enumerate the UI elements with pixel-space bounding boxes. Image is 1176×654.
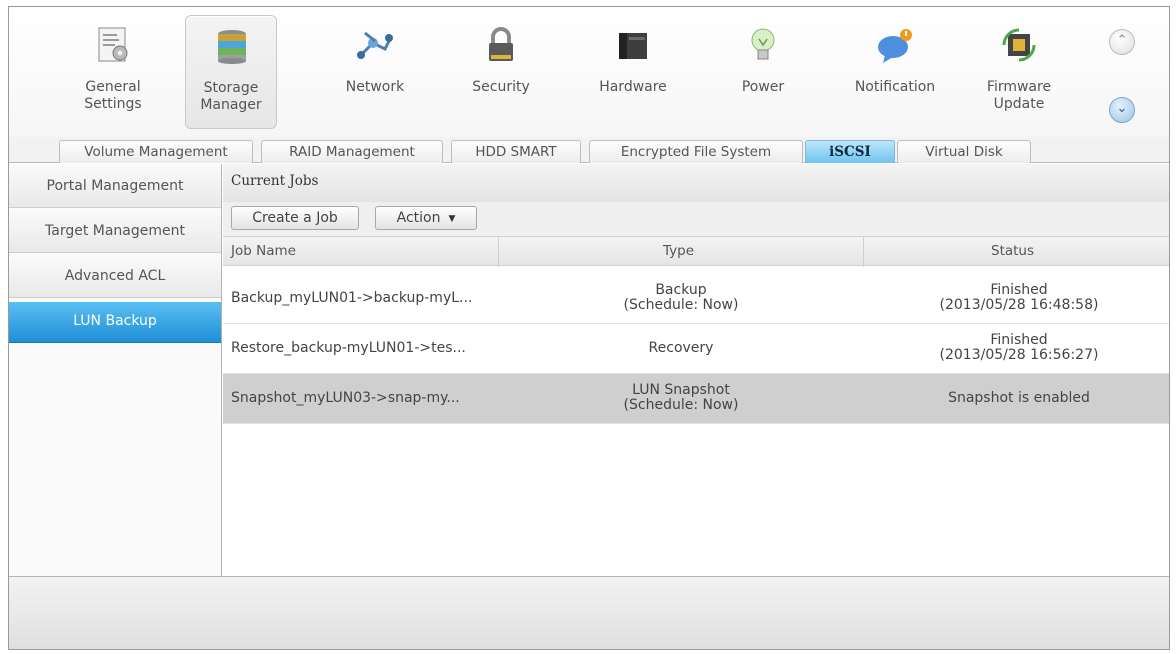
panel-title: Current Jobs — [223, 164, 1169, 202]
status-subtext: (2013/05/28 16:56:27) — [939, 347, 1099, 363]
footer-bar — [9, 576, 1169, 649]
chevron-up-icon: ⌃ — [1116, 33, 1128, 48]
type-cell: Backup (Schedule: Now) — [563, 283, 799, 313]
type-text: Recovery — [648, 340, 714, 356]
type-text: LUN Snapshot — [632, 382, 730, 398]
toolbar-general-settings[interactable]: General Settings — [67, 15, 159, 129]
toolbar-label: Power — [741, 79, 785, 95]
column-header-status[interactable]: Status — [991, 243, 1034, 259]
table-row[interactable]: Restore_backup-myLUN01->tes... Recovery … — [223, 324, 1169, 374]
action-label: Action — [396, 210, 441, 226]
firmware-chip-icon — [1002, 28, 1036, 62]
tab-raid-management[interactable]: RAID Management — [261, 140, 443, 163]
tab-volume-management[interactable]: Volume Management — [59, 140, 253, 163]
create-job-button[interactable]: Create a Job — [231, 206, 359, 230]
button-row: Create a Job Action ▼ — [223, 202, 1169, 236]
status-subtext: (2013/05/28 16:48:58) — [939, 297, 1099, 313]
scroll-down-button[interactable]: ⌄ — [1109, 97, 1135, 123]
sidebar-item-advanced-acl[interactable]: Advanced ACL — [9, 257, 221, 298]
status-cell: Finished (2013/05/28 16:56:27) — [873, 333, 1165, 363]
toolbar-storage-manager[interactable]: Storage Manager — [185, 15, 277, 129]
toolbar-label: Update — [993, 96, 1045, 112]
sidebar-item-lun-backup[interactable]: LUN Backup — [9, 302, 221, 343]
type-cell: LUN Snapshot (Schedule: Now) — [563, 383, 799, 413]
toolbar-label: Hardware — [599, 79, 667, 95]
toolbar-label: Manager — [200, 97, 262, 113]
sidebar-item-portal-management[interactable]: Portal Management — [9, 167, 221, 208]
status-text: Snapshot is enabled — [948, 390, 1090, 406]
tab-virtual-disk[interactable]: Virtual Disk — [897, 140, 1031, 163]
scroll-up-button[interactable]: ⌃ — [1109, 29, 1135, 55]
chevron-down-icon: ⌄ — [1116, 101, 1128, 116]
action-dropdown-button[interactable]: Action ▼ — [375, 206, 477, 230]
sidebar-item-target-management[interactable]: Target Management — [9, 212, 221, 253]
toolbar-label: General — [85, 79, 141, 95]
hardware-icon — [619, 33, 647, 59]
storage-manager-icon — [218, 30, 246, 64]
general-settings-icon — [98, 27, 128, 62]
table-row[interactable]: Backup_myLUN01->backup-myL... Backup (Sc… — [223, 274, 1169, 324]
job-name-cell: Restore_backup-myLUN01->tes... — [231, 340, 466, 356]
tab-hdd-smart[interactable]: HDD SMART — [451, 140, 581, 163]
job-name-cell: Backup_myLUN01->backup-myL... — [231, 290, 473, 306]
notification-icon — [878, 29, 912, 63]
power-bulb-icon — [751, 28, 775, 60]
toolbar-notification[interactable]: Notification — [849, 15, 941, 129]
status-cell: Finished (2013/05/28 16:48:58) — [873, 283, 1165, 313]
type-cell: Recovery — [563, 341, 799, 356]
type-text: Backup — [655, 282, 707, 298]
toolbar-label: Firmware — [986, 79, 1052, 95]
status-text: Finished — [990, 282, 1048, 298]
column-header-job-name[interactable]: Job Name — [231, 243, 296, 259]
type-subtext: (Schedule: Now) — [623, 297, 739, 313]
job-name-cell: Snapshot_myLUN03->snap-my... — [231, 390, 460, 406]
caret-down-icon: ▼ — [448, 214, 456, 224]
status-cell: Snapshot is enabled — [873, 391, 1165, 406]
tab-encrypted-file-system[interactable]: Encrypted File System — [589, 140, 803, 163]
security-lock-icon — [489, 27, 513, 61]
status-text: Finished — [990, 332, 1048, 348]
table-header: Job Name Type Status — [223, 236, 1169, 267]
toolbar-label: Security — [472, 79, 530, 95]
toolbar-label: Notification — [854, 79, 936, 95]
toolbar-firmware-update[interactable]: Firmware Update — [973, 15, 1065, 129]
column-header-type[interactable]: Type — [663, 243, 694, 259]
type-subtext: (Schedule: Now) — [623, 397, 739, 413]
table-row[interactable]: Snapshot_myLUN03->snap-my... LUN Snapsho… — [223, 374, 1169, 424]
network-icon — [357, 31, 393, 59]
toolbar-network[interactable]: Network — [329, 15, 421, 129]
column-divider — [498, 237, 499, 267]
toolbar-label: Storage — [203, 80, 259, 96]
toolbar-power[interactable]: Power — [717, 15, 809, 129]
toolbar-label: Settings — [84, 96, 142, 112]
tab-bar: Volume Management RAID Management HDD SM… — [9, 137, 1169, 163]
toolbar-label: Network — [345, 79, 405, 95]
toolbar-hardware[interactable]: Hardware — [587, 15, 679, 129]
main-panel: Current Jobs Create a Job Action ▼ Job Na… — [223, 164, 1169, 576]
sidebar: Portal Management Target Management Adva… — [9, 164, 222, 576]
top-toolbar: General Settings Storage Manager Network… — [9, 7, 1169, 137]
column-divider — [863, 237, 864, 267]
tab-iscsi[interactable]: iSCSI — [805, 140, 895, 163]
toolbar-security[interactable]: Security — [455, 15, 547, 129]
app-window: General Settings Storage Manager Network… — [8, 6, 1170, 650]
